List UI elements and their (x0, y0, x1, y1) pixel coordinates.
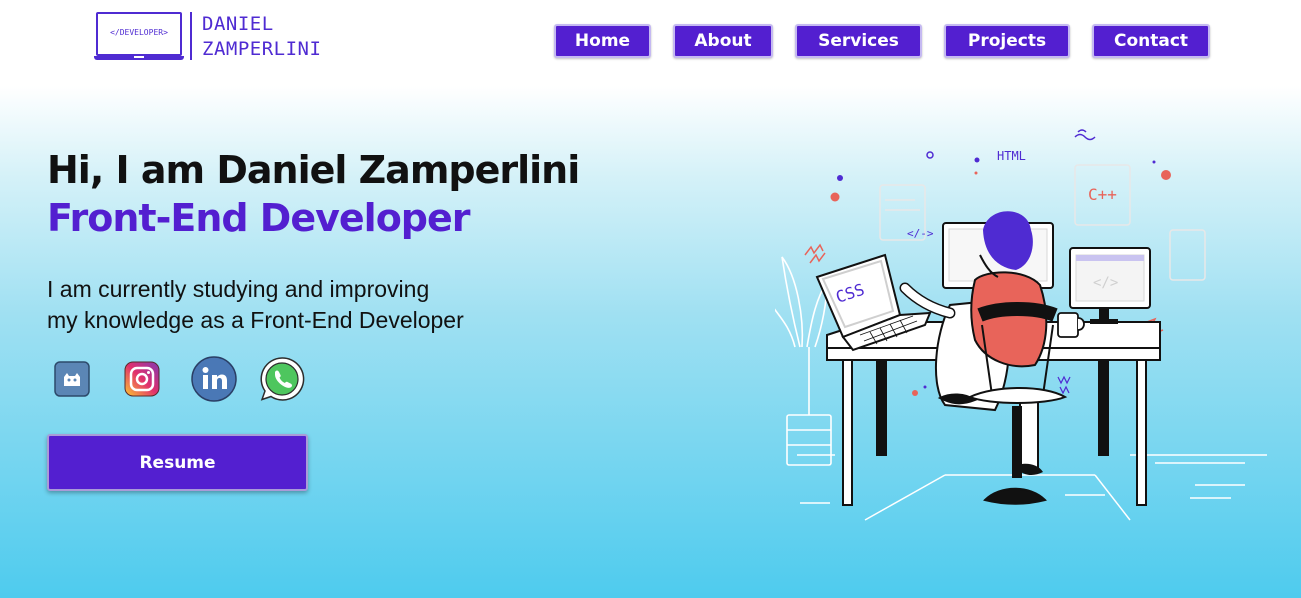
deco-dot-7 (912, 390, 918, 396)
nav-about-button[interactable]: About (673, 24, 773, 58)
logo-laptop-icon: </DEVELOPER> (96, 12, 182, 56)
deco-dot-2 (830, 192, 840, 202)
nav-contact-button[interactable]: Contact (1092, 24, 1210, 58)
github-link[interactable] (49, 356, 95, 402)
instagram-icon (124, 361, 160, 397)
deco-dot-4 (974, 171, 978, 175)
linkedin-link[interactable] (191, 356, 237, 402)
deco-dot-3 (974, 157, 980, 163)
logo-name-line1: DANIEL (202, 13, 274, 35)
hero-description-line2: my knowledge as a Front-End Developer (47, 307, 464, 333)
illus-monitor-2: </> (1069, 247, 1151, 324)
linkedin-icon (191, 356, 237, 402)
illus-cpp-label: C++ (1088, 185, 1117, 204)
nav-home-button[interactable]: Home (554, 24, 651, 58)
logo-laptop-notch (134, 56, 144, 58)
site-header: </DEVELOPER> DANIEL ZAMPERLINI Home Abou… (0, 0, 1301, 86)
illus-code-tag: </-> (907, 227, 934, 240)
deco-squiggle-2 (804, 243, 826, 264)
hero-description-line1: I am currently studying and improving (47, 276, 430, 302)
logo-screen-text: </DEVELOPER> (110, 28, 168, 37)
logo-name: DANIEL ZAMPERLINI (202, 12, 321, 62)
instagram-link[interactable] (119, 356, 165, 402)
svg-text:</>: </> (1093, 275, 1118, 291)
nav-projects-button[interactable]: Projects (944, 24, 1070, 58)
resume-button[interactable]: Resume (47, 434, 308, 491)
deco-dot-1 (837, 175, 843, 181)
hero-greeting: Hi, I am Daniel Zamperlini (47, 148, 580, 192)
hero-role: Front-End Developer (47, 196, 471, 240)
deco-dot-5 (1152, 160, 1156, 164)
site-logo[interactable]: </DEVELOPER> DANIEL ZAMPERLINI (94, 12, 334, 62)
deco-squiggle-1 (1074, 129, 1096, 141)
logo-divider (190, 12, 192, 60)
illus-html-label: HTML (997, 149, 1026, 163)
github-icon (54, 361, 90, 397)
hero-description: I am currently studying and improving my… (47, 274, 567, 336)
deco-ring (926, 151, 934, 159)
deco-squiggle-4 (1057, 375, 1071, 395)
nav-services-button[interactable]: Services (795, 24, 922, 58)
developer-illustration: HTML C++ </-> CSS </> (775, 129, 1267, 521)
deco-dot-6 (1161, 170, 1171, 180)
whatsapp-icon (260, 357, 305, 401)
logo-name-line2: ZAMPERLINI (202, 38, 322, 60)
deco-dot-8 (923, 385, 927, 389)
whatsapp-link[interactable] (259, 356, 305, 402)
